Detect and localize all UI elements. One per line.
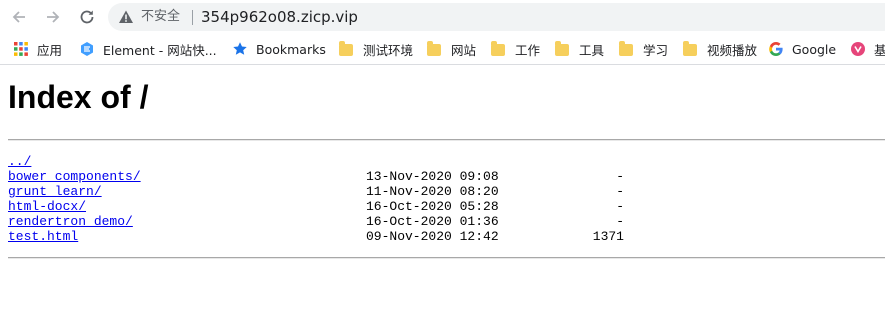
entry-link[interactable]: grunt_learn/ — [8, 184, 102, 199]
bookmark-folder-video[interactable]: 视频播放 — [682, 40, 757, 58]
star-icon — [233, 42, 247, 55]
bookmark-folder-work[interactable]: 工作 — [490, 40, 540, 58]
arrow-right-icon — [47, 11, 60, 23]
listing-row: bower_components/ 13-Nov-2020 09:08 - — [8, 169, 708, 184]
bookmark-label: 工作 — [515, 42, 541, 58]
entry-date: 16-Oct-2020 05:28 — [366, 199, 499, 214]
bookmark-label: 基 — [874, 42, 885, 58]
folder-icon — [619, 41, 633, 56]
listing-row: html-docx/ 16-Oct-2020 05:28 - — [8, 199, 708, 214]
browser-toolbar: 不安全 354p962o08.zicp.vip — [0, 0, 885, 34]
entry-date: 11-Nov-2020 08:20 — [366, 184, 499, 199]
entry-size: - — [616, 184, 624, 199]
listing-row: grunt_learn/ 11-Nov-2020 08:20 - — [8, 184, 708, 199]
bookmark-label: 测试环境 — [363, 42, 414, 58]
folder-icon — [491, 41, 505, 56]
google-g-icon — [769, 42, 783, 57]
back-button[interactable] — [8, 6, 30, 28]
bookmark-label: Element - 网站快... — [103, 42, 217, 58]
bookmarks-bar: 应用 Element - 网站快... Bookmarks 测试环境 网站 工作… — [0, 34, 885, 65]
folder-icon — [555, 41, 569, 56]
bookmark-folder-study[interactable]: 学习 — [618, 40, 668, 58]
bookmark-label: 视频播放 — [707, 42, 758, 58]
entry-link[interactable]: test.html — [8, 229, 78, 244]
reload-icon — [80, 10, 94, 24]
entry-date: 13-Nov-2020 09:08 — [366, 169, 499, 184]
not-secure-label[interactable]: 不安全 — [141, 9, 180, 25]
bookmark-pink[interactable]: 基 — [850, 40, 885, 58]
page-title: Index of / — [8, 79, 149, 115]
folder-icon — [427, 41, 441, 56]
bookmark-google[interactable]: Google — [768, 40, 836, 58]
bookmark-folder-sites[interactable]: 网站 — [426, 40, 476, 58]
entry-size: - — [616, 214, 624, 229]
bookmark-label: 应用 — [37, 42, 63, 58]
parent-directory-link[interactable]: ../ — [8, 154, 31, 169]
entry-link[interactable]: html-docx/ — [8, 199, 86, 214]
bookmark-label: 学习 — [643, 42, 669, 58]
url-text[interactable]: 354p962o08.zicp.vip — [201, 8, 358, 26]
pink-logo-icon — [851, 42, 865, 56]
folder-icon — [339, 41, 353, 56]
bookmark-folder-tools[interactable]: 工具 — [554, 40, 604, 58]
listing-row: test.html 09-Nov-2020 12:42 1371 — [8, 229, 708, 244]
apps-grid-icon — [14, 42, 28, 56]
entry-size: - — [616, 169, 624, 184]
warning-icon[interactable] — [118, 9, 134, 25]
forward-button[interactable] — [42, 6, 64, 28]
top-divider — [8, 139, 885, 141]
bookmark-apps[interactable]: 应用 — [13, 40, 62, 58]
arrow-left-icon — [12, 11, 25, 23]
entry-size: - — [616, 199, 624, 214]
folder-icon — [683, 41, 697, 56]
bookmark-element[interactable]: Element - 网站快... — [79, 40, 217, 58]
element-logo-icon — [81, 42, 93, 56]
bookmark-bookmarks[interactable]: Bookmarks — [232, 40, 326, 58]
entry-date: 16-Oct-2020 01:36 — [366, 214, 499, 229]
reload-button[interactable] — [76, 6, 98, 28]
bottom-divider — [8, 257, 885, 259]
listing-row-parent: ../ — [8, 154, 708, 169]
entry-size: 1371 — [592, 229, 624, 244]
entry-link[interactable]: bower_components/ — [8, 169, 141, 184]
listing-row: rendertron_demo/ 16-Oct-2020 01:36 - — [8, 214, 708, 229]
entry-date: 09-Nov-2020 12:42 — [366, 229, 499, 244]
bookmark-label: Google — [792, 41, 837, 57]
address-bar[interactable]: 不安全 354p962o08.zicp.vip — [108, 3, 885, 31]
bookmark-label: 网站 — [451, 42, 477, 58]
bookmark-label: Bookmarks — [256, 41, 326, 57]
omnibox-divider — [192, 10, 193, 25]
bookmark-folder-test-env[interactable]: 测试环境 — [338, 40, 413, 58]
bookmark-label: 工具 — [579, 42, 605, 58]
entry-link[interactable]: rendertron_demo/ — [8, 214, 133, 229]
directory-listing: ../ bower_components/ 13-Nov-2020 09:08 … — [8, 154, 708, 244]
